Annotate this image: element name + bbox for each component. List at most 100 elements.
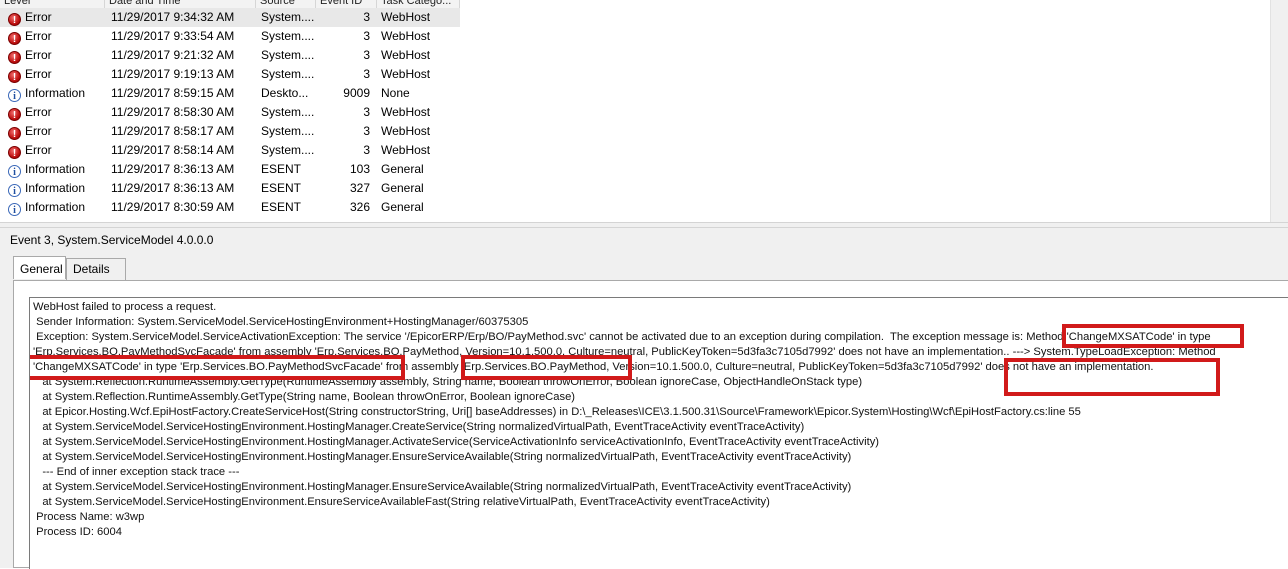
row-task-category: WebHost [381,10,431,24]
row-task-category: WebHost [381,124,431,138]
row-datetime: 11/29/2017 9:21:32 AM [111,48,235,62]
row-level-label: Error [25,143,52,157]
row-level: i Information [8,179,104,198]
column-header-date[interactable]: Date and Time [105,0,256,8]
row-task-category: None [381,86,410,100]
row-level-label: Information [25,86,86,100]
column-header-task-category[interactable]: Task Catego... [377,0,460,8]
description-line: Exception: System.ServiceModel.ServiceAc… [33,331,1211,343]
row-event-id: 3 [363,48,370,62]
row-level-label: Error [25,48,52,62]
row-level: ! Error [8,8,104,27]
description-line: at System.Reflection.RuntimeAssembly.Get… [33,391,576,403]
error-icon: ! [8,32,21,45]
table-row[interactable]: ! Error 11/29/2017 9:19:13 AM System.... 3 We… [0,65,460,84]
error-icon: ! [8,51,21,64]
row-level-label: Error [25,10,52,24]
row-event-id: 326 [349,200,370,214]
row-level-label: Error [25,29,52,43]
row-level-label: Information [25,181,86,195]
row-datetime: 11/29/2017 9:34:32 AM [111,10,235,24]
row-event-id: 327 [349,181,370,195]
row-source: System.... [261,48,315,62]
row-source: System.... [261,105,315,119]
row-task-category: WebHost [381,143,431,157]
row-level-label: Error [25,67,52,81]
table-row[interactable]: ! Error 11/29/2017 9:33:54 AM System.... 3 We… [0,27,460,46]
description-line: WebHost failed to process a request. [33,301,217,313]
row-datetime: 11/29/2017 8:58:14 AM [111,143,235,157]
event-list-scrollbar[interactable] [1270,0,1288,222]
info-icon: i [8,165,21,178]
row-datetime: 11/29/2017 9:33:54 AM [111,29,235,43]
info-icon: i [8,184,21,197]
info-icon: i [8,203,21,216]
error-icon: ! [8,70,21,83]
row-event-id: 103 [349,162,370,176]
row-level-label: Information [25,162,86,176]
row-datetime: 11/29/2017 8:30:59 AM [111,200,235,214]
row-datetime: 11/29/2017 9:19:13 AM [111,67,235,81]
table-row[interactable]: ! Error 11/29/2017 9:34:32 AM System.... 3 We… [0,8,460,27]
highlight-box-type-name [30,355,405,380]
tab-general[interactable]: General [13,256,66,279]
row-task-category: WebHost [381,105,431,119]
row-datetime: 11/29/2017 8:36:13 AM [111,162,235,176]
column-header-source[interactable]: Source [256,0,316,8]
row-event-id: 3 [363,10,370,24]
row-level: ! Error [8,141,104,160]
description-line: Sender Information: System.ServiceModel.… [33,316,529,328]
row-level-label: Information [25,200,86,214]
row-level: ! Error [8,122,104,141]
row-source: System.... [261,143,315,157]
table-row[interactable]: i Information 11/29/2017 8:36:13 AM ESENT 10… [0,160,460,179]
highlight-box-assembly-name [461,355,632,380]
row-level: i Information [8,84,104,103]
table-row[interactable]: ! Error 11/29/2017 8:58:17 AM System.... 3 We… [0,122,460,141]
row-level: ! Error [8,27,104,46]
row-source: System.... [261,10,315,24]
row-source: System.... [261,29,315,43]
row-level-label: Error [25,105,52,119]
row-task-category: WebHost [381,29,431,43]
general-tab-body: WebHost failed to process a request. Sen… [13,280,1288,569]
description-line: --- End of inner exception stack trace -… [33,466,240,478]
description-line: at System.ServiceModel.ServiceHostingEnv… [33,451,852,463]
row-source: Deskto... [261,86,309,100]
row-source: System.... [261,124,315,138]
table-row[interactable]: i Information 11/29/2017 8:59:15 AM Deskto.… [0,84,460,103]
row-source: ESENT [261,181,302,195]
row-datetime: 11/29/2017 8:36:13 AM [111,181,235,195]
column-header-event-id[interactable]: Event ID [316,0,377,8]
description-line: Process ID: 6004 [33,526,122,538]
table-row[interactable]: ! Error 11/29/2017 9:21:32 AM System.... 3 We… [0,46,460,65]
description-line: at System.ServiceModel.ServiceHostingEnv… [33,436,880,448]
table-row[interactable]: ! Error 11/29/2017 8:58:30 AM System.... 3 We… [0,103,460,122]
error-icon: ! [8,146,21,159]
highlight-box-method-name [1062,324,1244,348]
row-event-id: 3 [363,29,370,43]
tab-details[interactable]: Details [66,258,126,280]
row-event-id: 3 [363,67,370,81]
description-line: at System.ServiceModel.ServiceHostingEnv… [33,496,770,508]
error-icon: ! [8,13,21,26]
row-source: ESENT [261,200,302,214]
table-row[interactable]: i Information 11/29/2017 8:30:59 AM ESENT 32… [0,198,460,217]
description-line: at System.ServiceModel.ServiceHostingEnv… [33,481,852,493]
event-detail-pane: Event 3, System.ServiceModel 4.0.0.0 Gen… [0,228,1288,569]
event-list-header: Level Date and Time Source Event ID Task… [0,0,460,8]
row-source: System.... [261,67,315,81]
row-task-category: WebHost [381,67,431,81]
row-event-id: 3 [363,105,370,119]
table-row[interactable]: i Information 11/29/2017 8:36:13 AM ESENT 32… [0,179,460,198]
row-event-id: 3 [363,143,370,157]
row-datetime: 11/29/2017 8:58:30 AM [111,105,235,119]
event-description-text[interactable]: WebHost failed to process a request. Sen… [29,297,1288,569]
row-task-category: General [381,162,424,176]
table-row[interactable]: ! Error 11/29/2017 8:58:14 AM System.... 3 We… [0,141,460,160]
column-header-level[interactable]: Level [0,0,105,8]
error-icon: ! [8,127,21,140]
description-line: Process Name: w3wp [33,511,145,523]
highlight-box-no-implementation [1004,358,1220,396]
row-level: ! Error [8,65,104,84]
